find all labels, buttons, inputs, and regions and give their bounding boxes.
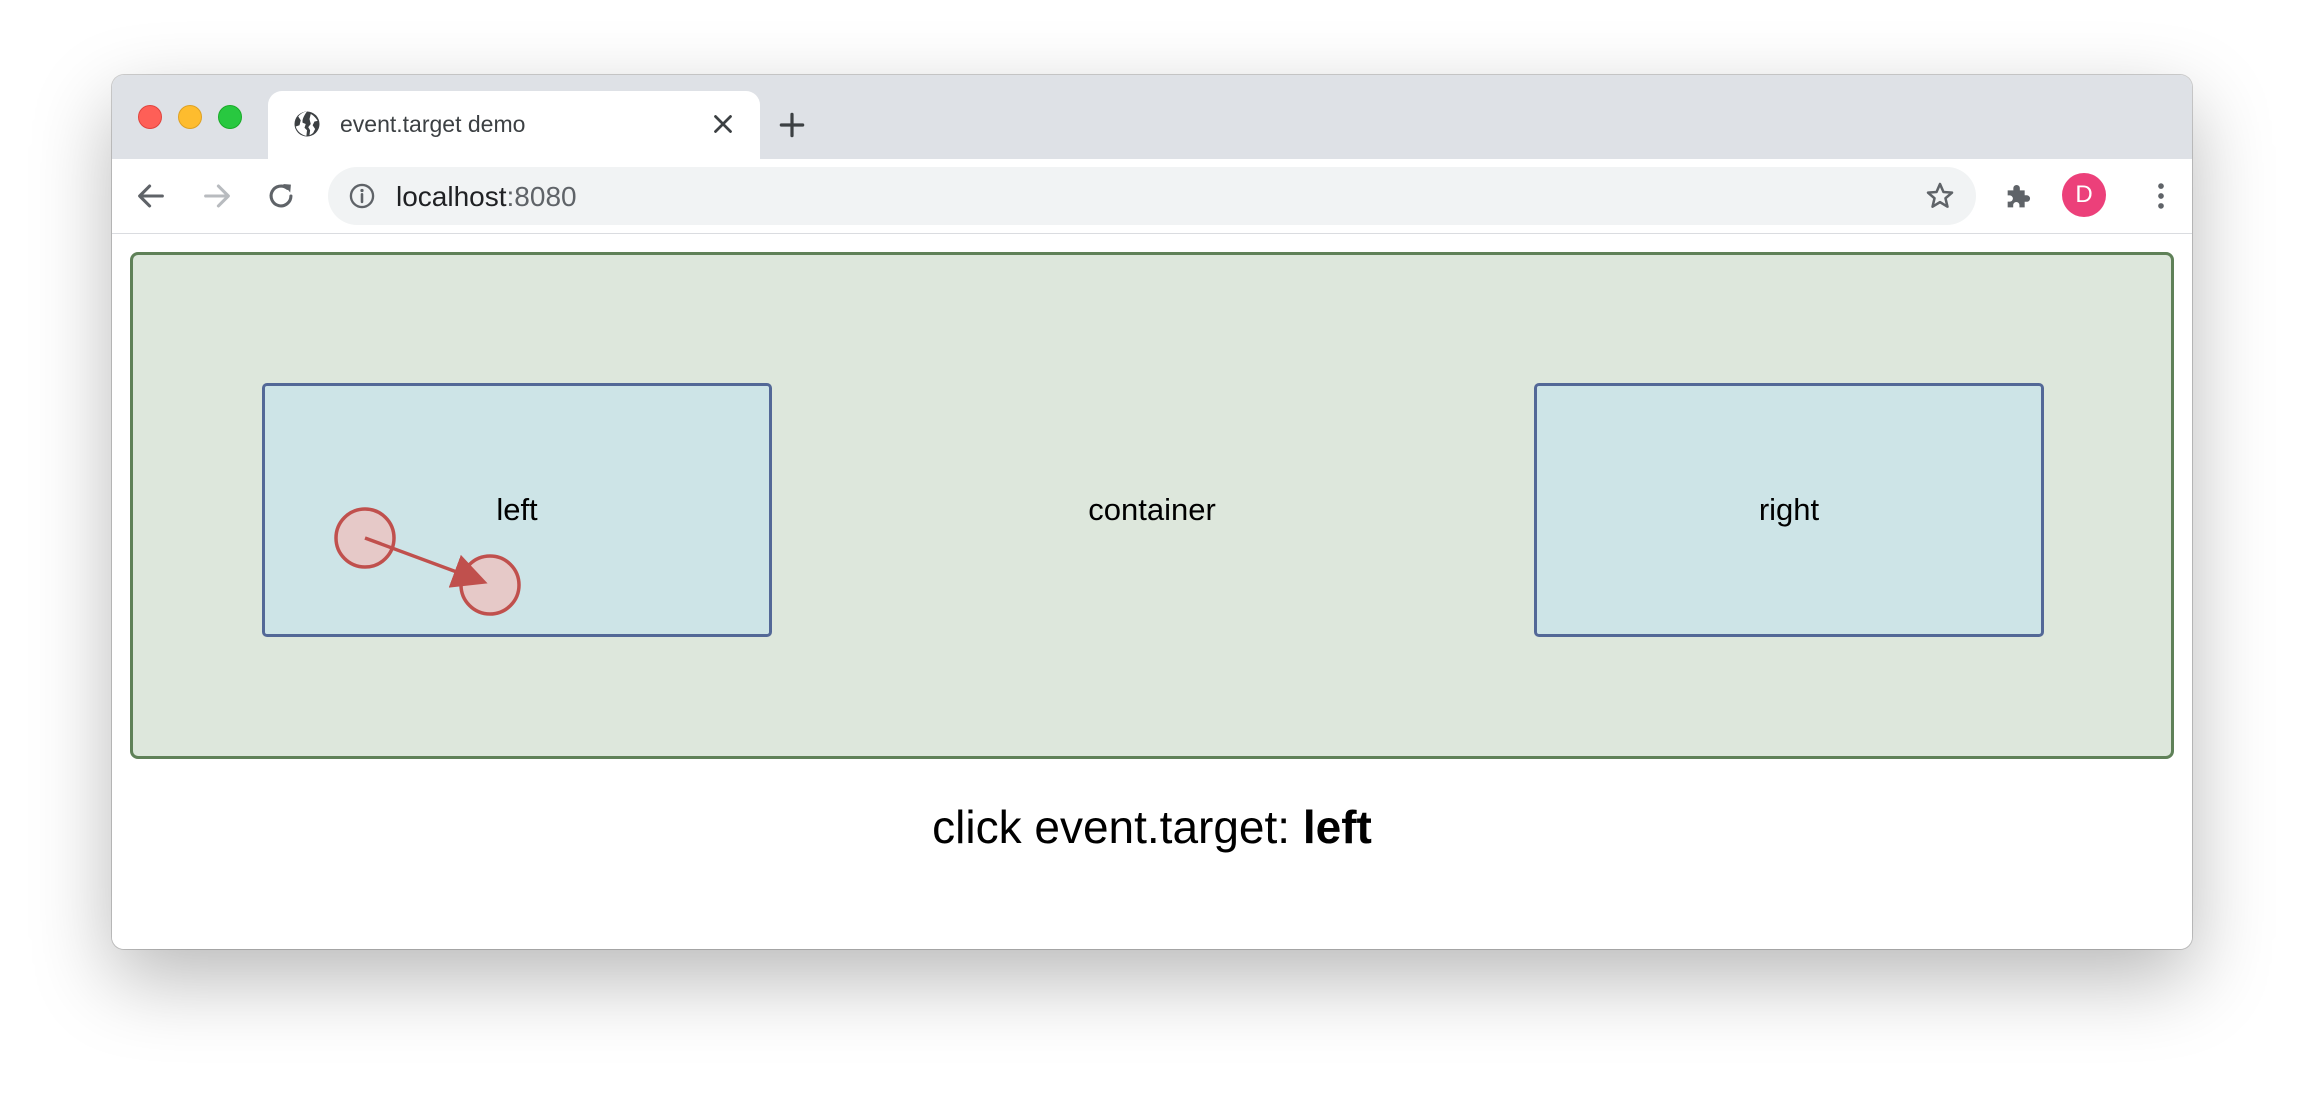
more-menu-icon[interactable] [2144, 179, 2178, 213]
tab-strip: event.target demo [112, 75, 2192, 159]
forward-arrow-icon[interactable] [200, 179, 234, 213]
left-label: left [496, 492, 538, 527]
url-text[interactable]: localhost:8080 [396, 181, 577, 213]
browser-toolbar: localhost:8080 D [112, 159, 2192, 234]
url-port: :8080 [506, 181, 577, 212]
address-bar[interactable]: localhost:8080 [328, 167, 1976, 225]
info-icon[interactable] [348, 182, 376, 210]
browser-window: event.target demo localhost:8080 D conta… [112, 75, 2192, 949]
extensions-puzzle-icon[interactable] [2002, 179, 2036, 213]
back-arrow-icon[interactable] [134, 179, 168, 213]
minimize-window-button[interactable] [178, 105, 202, 129]
container-label: container [1088, 492, 1216, 527]
page-content: container left right click event.target:… [112, 234, 2192, 949]
zoom-window-button[interactable] [218, 105, 242, 129]
left-box[interactable]: left [262, 383, 772, 637]
right-box[interactable]: right [1534, 383, 2044, 637]
profile-avatar[interactable]: D [2062, 173, 2106, 217]
globe-icon [294, 111, 320, 137]
close-window-button[interactable] [138, 105, 162, 129]
tab-event-target-demo[interactable]: event.target demo [268, 91, 760, 159]
new-tab-icon[interactable] [776, 109, 808, 141]
result-text: click event.target: left [112, 800, 2192, 854]
bookmark-star-icon[interactable] [1924, 180, 1956, 212]
close-tab-icon[interactable] [708, 109, 738, 139]
result-prefix: click event.target: [932, 801, 1303, 853]
right-label: right [1758, 492, 1820, 527]
container-box[interactable]: container left right [130, 252, 2174, 759]
screen: event.target demo localhost:8080 D conta… [0, 0, 2304, 1098]
tab-title: event.target demo [340, 111, 526, 137]
reload-icon[interactable] [264, 179, 298, 213]
url-host: localhost [396, 181, 507, 212]
result-value: left [1302, 801, 1372, 853]
